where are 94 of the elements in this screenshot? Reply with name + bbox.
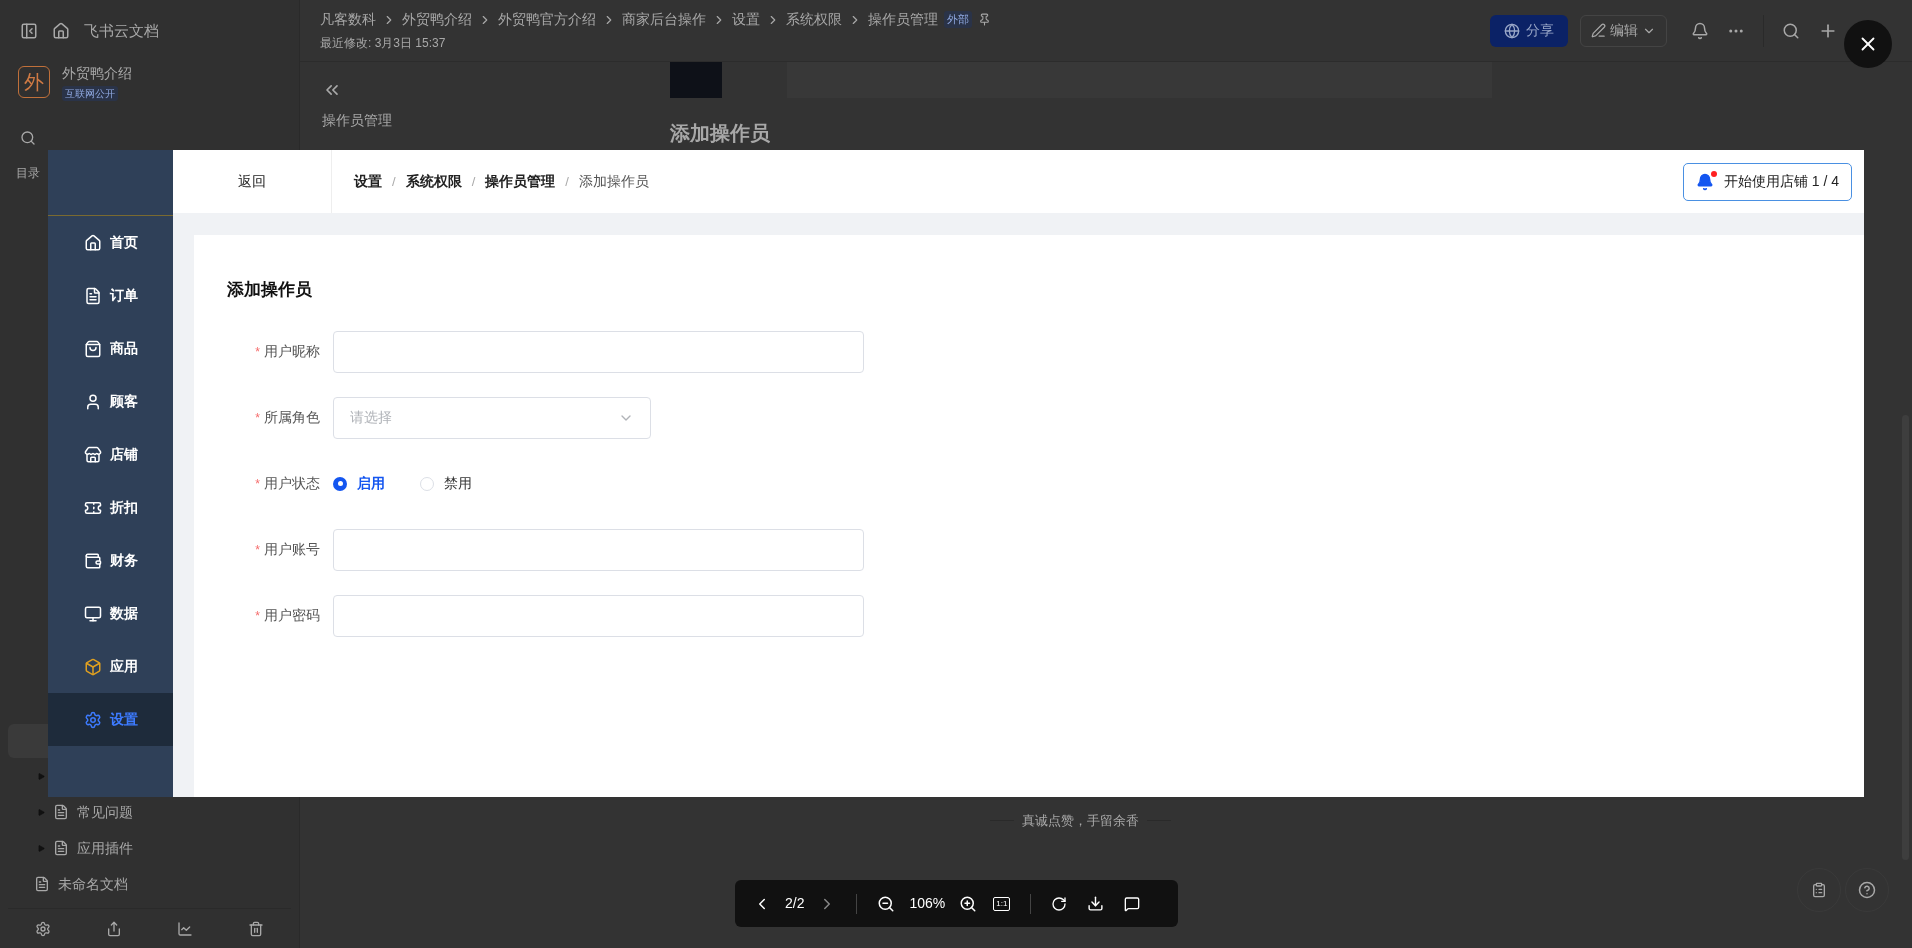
breadcrumb-link[interactable]: 操作员管理	[868, 9, 938, 30]
close-button[interactable]	[1844, 20, 1892, 68]
app-title: 飞书云文档	[84, 20, 159, 41]
like-caption: 真诚点赞，手留余香	[1021, 811, 1139, 830]
chart-icon[interactable]	[176, 920, 193, 937]
nav-item[interactable]: 店铺	[48, 428, 173, 481]
nav-item[interactable]: 数据	[48, 587, 173, 640]
field-label: 用户昵称	[264, 342, 320, 361]
field-label: 用户状态	[264, 474, 320, 493]
document-icon	[83, 286, 102, 305]
text-input[interactable]	[333, 528, 864, 571]
space-name: 外贸鸭介绍	[62, 64, 132, 83]
home-icon	[83, 233, 102, 252]
tour-button[interactable]: 开始使用店铺 1 / 4	[1682, 162, 1852, 201]
zoom-in-icon[interactable]	[959, 894, 978, 913]
nav-item[interactable]: 顾客	[48, 375, 173, 428]
nav-item[interactable]: 首页	[48, 216, 173, 269]
breadcrumb-item[interactable]: 系统权限	[405, 171, 462, 192]
breadcrumb-item[interactable]: 操作员管理	[485, 171, 556, 192]
nav-item[interactable]: 折扣	[48, 481, 173, 534]
required-asterisk: *	[255, 541, 260, 559]
pen-icon	[1591, 23, 1606, 38]
text-input[interactable]	[333, 330, 864, 373]
breadcrumb-item[interactable]: 设置	[354, 171, 382, 192]
box-icon	[83, 657, 102, 676]
help-icon	[1858, 881, 1876, 899]
nav-item[interactable]: 应用	[48, 640, 173, 693]
zoom-out-icon[interactable]	[877, 894, 896, 913]
radio-option[interactable]: 禁用	[420, 473, 472, 494]
tree-item[interactable]: 常见问题	[0, 794, 299, 830]
search-icon[interactable]	[1782, 21, 1800, 40]
page-counter: 2/2	[785, 894, 805, 913]
home-icon[interactable]	[52, 22, 70, 40]
external-tag: 外部	[944, 11, 972, 28]
toc-label: 目录	[16, 165, 40, 182]
rotate-icon[interactable]	[1051, 895, 1068, 912]
trash-icon[interactable]	[247, 920, 264, 937]
text-input[interactable]	[333, 594, 864, 637]
breadcrumb-link[interactable]: 商家后台操作	[622, 9, 706, 30]
required-asterisk: *	[255, 343, 260, 361]
monitor-icon	[83, 604, 102, 623]
visibility-badge: 互联网公开	[62, 86, 118, 101]
bell-icon	[1695, 172, 1714, 191]
outline-title: 操作员管理	[322, 111, 393, 130]
wallet-icon	[83, 551, 102, 570]
collapse-sidebar-icon[interactable]	[20, 22, 38, 40]
breadcrumb-link[interactable]: 外贸鸭介绍	[402, 9, 472, 30]
globe-icon	[1504, 22, 1520, 39]
comment-icon[interactable]	[1124, 895, 1141, 912]
caret-icon	[38, 844, 45, 852]
store-icon	[83, 445, 102, 464]
download-icon[interactable]	[1087, 895, 1105, 912]
edit-button[interactable]: 编辑	[1580, 14, 1667, 47]
tree-item[interactable]: 未命名文档	[0, 866, 299, 902]
breadcrumb-link[interactable]: 设置	[732, 9, 760, 30]
clipboard-icon	[1811, 882, 1827, 898]
settings-icon[interactable]	[35, 920, 52, 937]
breadcrumb-link[interactable]: 外贸鸭官方介绍	[498, 9, 596, 30]
form-title: 添加操作员	[227, 279, 313, 301]
breadcrumb-link[interactable]: 凡客数科	[320, 9, 376, 30]
bag-icon	[83, 339, 102, 358]
breadcrumb-separator: /	[392, 172, 396, 191]
search-icon[interactable]	[20, 130, 36, 146]
field-label: 用户密码	[264, 606, 320, 625]
actual-size-button[interactable]: 1:1	[993, 896, 1011, 911]
field-label: 所属角色	[264, 408, 320, 427]
last-modified: 最近修改: 3月3日 15:37	[320, 35, 447, 52]
share-button[interactable]: 分享	[1490, 14, 1568, 47]
share-icon[interactable]	[106, 920, 123, 937]
required-asterisk: *	[255, 409, 260, 427]
image-placeholder	[670, 62, 722, 98]
breadcrumb-separator: /	[471, 172, 476, 191]
pin-icon[interactable]	[978, 13, 991, 26]
nav-item[interactable]: 财务	[48, 534, 173, 587]
document-icon	[34, 876, 50, 892]
nav-item[interactable]: 商品	[48, 322, 173, 375]
nav-item[interactable]: 订单	[48, 269, 173, 322]
required-asterisk: *	[255, 607, 260, 625]
space-logo: 外	[18, 66, 50, 98]
breadcrumb-link[interactable]: 系统权限	[786, 9, 842, 30]
document-icon	[53, 840, 69, 856]
doc-heading: 添加操作员	[670, 121, 771, 146]
radio-option[interactable]: 启用	[333, 473, 385, 494]
required-asterisk: *	[255, 475, 260, 493]
settings-icon	[83, 710, 102, 729]
zoom-level: 106%	[909, 894, 946, 913]
field-label: 用户账号	[264, 540, 320, 559]
breadcrumb-separator: /	[565, 172, 569, 191]
tree-item[interactable]: 应用插件	[0, 830, 299, 866]
notification-icon[interactable]	[1691, 21, 1709, 40]
nav-item[interactable]: 设置	[48, 693, 173, 746]
document-icon	[53, 804, 69, 820]
caret-icon	[38, 808, 45, 816]
breadcrumb-item: 添加操作员	[578, 172, 649, 191]
